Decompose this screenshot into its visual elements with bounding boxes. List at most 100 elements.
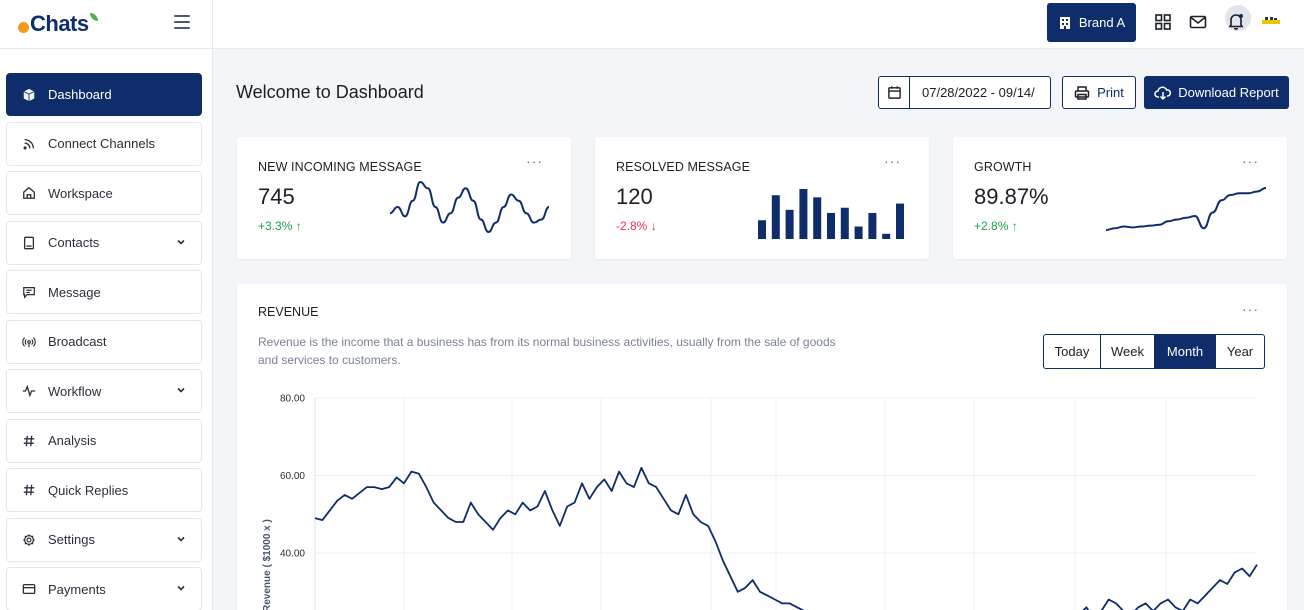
activity-icon xyxy=(21,383,37,399)
stat-change: +3.3% ↑ xyxy=(258,219,302,233)
stat-value: 745 xyxy=(258,184,295,209)
period-week-button[interactable]: Week xyxy=(1101,335,1155,368)
printer-icon xyxy=(1074,85,1090,100)
broadcast-icon xyxy=(21,334,37,350)
arrow-up-icon: ↑ xyxy=(1011,219,1018,233)
resolved-bar xyxy=(868,212,877,239)
chevron-down-icon[interactable] xyxy=(175,582,187,594)
sidebar-item-broadcast[interactable]: Broadcast xyxy=(6,319,202,364)
sidebar-item-quick-replies[interactable]: Quick Replies xyxy=(6,468,202,512)
cloud-download-icon xyxy=(1154,85,1172,100)
period-year-button[interactable]: Year xyxy=(1216,335,1264,368)
more-options-icon[interactable]: ··· xyxy=(1242,154,1259,168)
revenue-card: REVENUE ··· Revenue is the income that a… xyxy=(237,284,1287,610)
print-label: Print xyxy=(1097,85,1124,100)
y-tick-label: 80.00 xyxy=(280,394,305,405)
resolved-bar xyxy=(785,209,794,239)
stat-card-incoming: NEW INCOMING MESSAGE ··· 745 +3.3% ↑ xyxy=(237,137,571,259)
stat-card-growth: GROWTH ··· 89.87% +2.8% ↑ xyxy=(953,137,1287,259)
message-icon xyxy=(21,284,37,300)
more-options-icon[interactable]: ··· xyxy=(1242,302,1259,316)
sidebar-item-analysis[interactable]: Analysis xyxy=(6,418,202,463)
sidebar-item-label: Settings xyxy=(48,532,95,547)
download-report-button[interactable]: Download Report xyxy=(1144,76,1289,109)
stat-title: RESOLVED MESSAGE xyxy=(616,160,751,174)
download-label: Download Report xyxy=(1178,85,1279,100)
resolved-bar xyxy=(840,207,849,239)
stat-title: GROWTH xyxy=(974,160,1032,174)
y-axis-label: Revenue ( $1000 x ) xyxy=(262,519,273,610)
sidebar-item-contacts[interactable]: Contacts xyxy=(6,220,202,265)
stat-value: 120 xyxy=(616,184,653,209)
leaf-logo-icon xyxy=(89,13,98,21)
user-company-logo-icon[interactable] xyxy=(1262,16,1280,26)
hash-icon xyxy=(21,433,37,449)
sidebar-item-payments[interactable]: Payments xyxy=(6,567,202,610)
period-month-button[interactable]: Month xyxy=(1155,335,1216,368)
chevron-down-icon[interactable] xyxy=(175,384,187,396)
date-range-picker[interactable] xyxy=(878,76,1051,109)
more-options-icon[interactable]: ··· xyxy=(884,154,901,168)
y-tick-label: 60.00 xyxy=(280,471,305,482)
arrow-down-icon: ↓ xyxy=(650,219,657,233)
brand-label: Brand A xyxy=(1078,15,1126,30)
page-title: Welcome to Dashboard xyxy=(236,82,424,102)
sidebar-item-label: Analysis xyxy=(48,433,97,448)
card-icon xyxy=(21,581,37,597)
resolved-bar xyxy=(854,226,863,239)
sidebar-item-settings[interactable]: Settings xyxy=(6,517,202,562)
bell-icon[interactable] xyxy=(1227,12,1245,30)
rss-icon xyxy=(21,136,37,152)
orange-logo-icon xyxy=(18,21,29,33)
resolved-bar xyxy=(799,189,808,239)
sidebar-item-workspace[interactable]: Workspace xyxy=(6,171,202,215)
gear-icon xyxy=(21,532,37,548)
cube-icon xyxy=(21,87,37,103)
logo-text: Chats xyxy=(30,11,89,36)
revenue-line-chart: 80.00 60.00 40.00 Revenue ( $1000 x ) xyxy=(262,394,1258,610)
sidebar: Chats Dashboard Connect Channels Workspace… xyxy=(0,0,213,610)
date-range-input[interactable] xyxy=(910,77,1050,108)
sidebar-item-label: Workflow xyxy=(48,383,102,399)
growth-sparkline xyxy=(1105,187,1267,231)
sidebar-item-label: Quick Replies xyxy=(48,482,129,498)
resolved-bar xyxy=(813,197,822,239)
arrow-up-icon: ↑ xyxy=(295,219,302,233)
resolved-bar-chart xyxy=(758,189,904,239)
revenue-series-line xyxy=(314,466,1258,610)
sidebar-item-label: Dashboard xyxy=(48,87,112,102)
sidebar-item-dashboard[interactable]: Dashboard xyxy=(6,73,202,116)
app-logo[interactable]: Chats xyxy=(18,11,98,37)
book-icon xyxy=(21,235,37,251)
apps-grid-icon[interactable] xyxy=(1154,13,1172,31)
revenue-title: REVENUE xyxy=(258,305,319,319)
revenue-description: Revenue is the income that a business ha… xyxy=(258,335,836,367)
chevron-down-icon[interactable] xyxy=(175,236,187,248)
sidebar-item-label: Broadcast xyxy=(48,334,107,349)
building-icon xyxy=(1059,16,1070,29)
sidebar-item-connect-channels[interactable]: Connect Channels xyxy=(6,121,202,166)
sidebar-item-workflow[interactable]: Workflow xyxy=(6,369,202,413)
stat-title: NEW INCOMING MESSAGE xyxy=(258,160,422,174)
sidebar-item-label: Payments xyxy=(48,581,106,597)
y-tick-label: 40.00 xyxy=(280,549,305,560)
calendar-icon[interactable] xyxy=(879,77,910,108)
incoming-sparkline xyxy=(389,180,550,234)
period-today-button[interactable]: Today xyxy=(1044,335,1101,368)
mail-icon[interactable] xyxy=(1189,13,1207,31)
sidebar-item-label: Message xyxy=(48,284,101,300)
sidebar-item-label: Connect Channels xyxy=(48,136,155,151)
chevron-down-icon[interactable] xyxy=(175,533,187,545)
sidebar-item-label: Workspace xyxy=(48,185,113,201)
home-icon xyxy=(21,185,37,201)
sidebar-item-message[interactable]: Message xyxy=(6,270,202,314)
brand-header: Chats xyxy=(0,0,212,49)
print-button[interactable]: Print xyxy=(1062,76,1136,109)
resolved-bar xyxy=(758,220,766,239)
brand-switch-button[interactable]: Brand A xyxy=(1047,3,1136,42)
menu-toggle-icon[interactable] xyxy=(174,15,190,29)
more-options-icon[interactable]: ··· xyxy=(526,154,543,168)
sidebar-item-label: Contacts xyxy=(48,235,100,250)
hash-icon xyxy=(21,482,37,498)
sidebar-nav: Dashboard Connect Channels Workspace Contac… xyxy=(0,49,212,610)
